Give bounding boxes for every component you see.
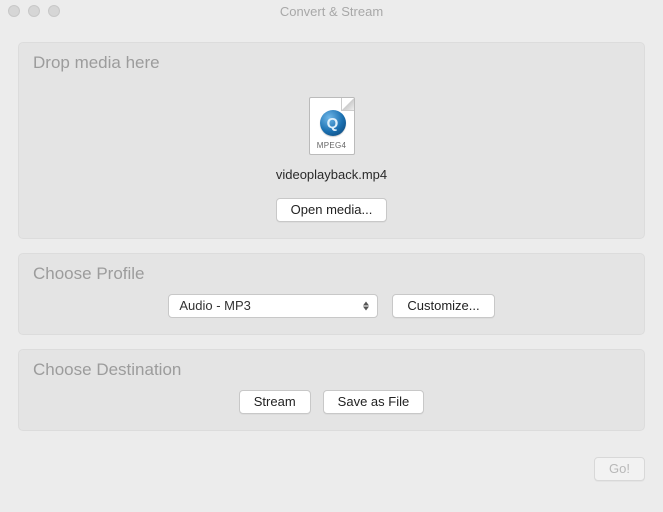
minimize-window-icon[interactable]: [28, 5, 40, 17]
drop-media-title: Drop media here: [33, 53, 630, 73]
open-media-button[interactable]: Open media...: [276, 198, 388, 222]
file-name: videoplayback.mp4: [276, 167, 387, 182]
profile-select[interactable]: Audio - MP3: [168, 294, 378, 318]
drop-area: Q MPEG4 videoplayback.mp4 Open media...: [33, 83, 630, 222]
choose-profile-panel: Choose Profile Audio - MP3 Customize...: [18, 253, 645, 335]
go-button[interactable]: Go!: [594, 457, 645, 481]
save-as-file-button[interactable]: Save as File: [323, 390, 425, 414]
profile-row: Audio - MP3 Customize...: [33, 294, 630, 318]
content: Drop media here Q MPEG4 videoplayback.mp…: [0, 22, 663, 455]
footer: Go!: [0, 455, 663, 481]
choose-destination-title: Choose Destination: [33, 360, 630, 380]
zoom-window-icon[interactable]: [48, 5, 60, 17]
file-format-label: MPEG4: [317, 141, 347, 150]
customize-button[interactable]: Customize...: [392, 294, 494, 318]
quicktime-icon: Q: [320, 110, 346, 136]
file-icon: Q MPEG4: [309, 97, 355, 155]
destination-row: Stream Save as File: [33, 390, 630, 414]
titlebar: Convert & Stream: [0, 0, 663, 22]
choose-profile-title: Choose Profile: [33, 264, 630, 284]
stream-button[interactable]: Stream: [239, 390, 311, 414]
close-window-icon[interactable]: [8, 5, 20, 17]
drop-media-panel[interactable]: Drop media here Q MPEG4 videoplayback.mp…: [18, 42, 645, 239]
window-title: Convert & Stream: [8, 4, 655, 19]
choose-destination-panel: Choose Destination Stream Save as File: [18, 349, 645, 431]
profile-select-value: Audio - MP3: [179, 298, 251, 313]
traffic-lights: [8, 5, 60, 17]
updown-arrows-icon: [361, 302, 371, 311]
